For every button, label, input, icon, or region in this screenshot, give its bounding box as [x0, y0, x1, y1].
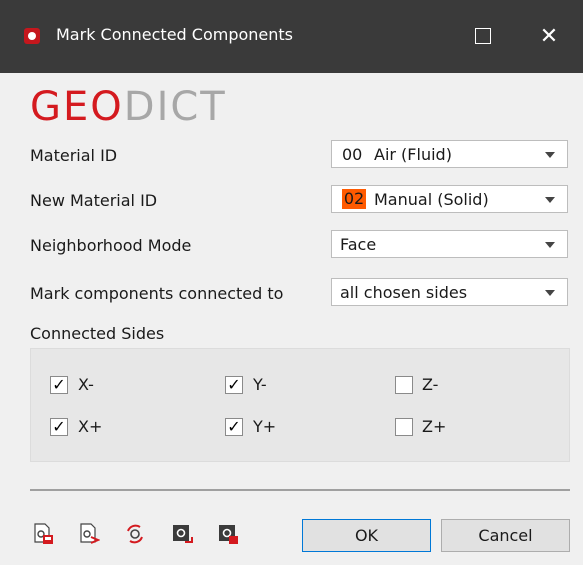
- connected-sides-label: Connected Sides: [30, 324, 165, 343]
- geodict-app-icon: [24, 28, 40, 44]
- mark-connected-components-dialog: Mark Connected Components ✕ GEODICT Mate…: [0, 0, 583, 565]
- ok-button[interactable]: OK: [302, 519, 431, 552]
- title-bar[interactable]: Mark Connected Components ✕: [0, 0, 583, 73]
- chevron-down-icon: [545, 152, 555, 158]
- options-icon[interactable]: [217, 523, 239, 545]
- material-id-dropdown[interactable]: 00 Air (Fluid): [331, 140, 568, 168]
- material-id-code: 00: [342, 144, 363, 164]
- new-material-id-code: 02: [342, 189, 366, 209]
- maximize-button[interactable]: [458, 14, 508, 58]
- checkbox-z-minus[interactable]: [395, 376, 413, 394]
- close-icon: ✕: [539, 23, 559, 49]
- mark-components-label: Mark components connected to: [30, 284, 284, 303]
- neighborhood-mode-dropdown[interactable]: Face: [331, 230, 568, 258]
- divider: [30, 489, 570, 491]
- cancel-button[interactable]: Cancel: [441, 519, 570, 552]
- new-material-id-value: Manual (Solid): [374, 189, 489, 209]
- close-button[interactable]: ✕: [524, 14, 574, 58]
- chevron-down-icon: [545, 242, 555, 248]
- checkbox-x-minus[interactable]: ✓: [50, 376, 68, 394]
- checkbox-z-plus-label: Z+: [422, 417, 447, 436]
- checkbox-z-minus-label: Z-: [422, 375, 439, 394]
- checkbox-y-plus[interactable]: ✓: [225, 418, 243, 436]
- checkbox-x-minus-label: X-: [78, 375, 94, 394]
- chevron-down-icon: [545, 290, 555, 296]
- mark-components-value: all chosen sides: [340, 282, 468, 302]
- material-id-value: Air (Fluid): [374, 144, 452, 164]
- neighborhood-mode-label: Neighborhood Mode: [30, 236, 192, 255]
- chevron-down-icon: [545, 197, 555, 203]
- window-title: Mark Connected Components: [56, 25, 294, 44]
- connected-sides-group: [30, 348, 570, 462]
- save-settings-icon[interactable]: [32, 523, 54, 545]
- new-material-id-label: New Material ID: [30, 191, 158, 210]
- checkmark-icon: ✓: [52, 417, 66, 436]
- new-material-id-dropdown[interactable]: 02 Manual (Solid): [331, 185, 568, 213]
- checkmark-icon: ✓: [227, 375, 241, 394]
- macro-icon[interactable]: [171, 523, 193, 545]
- neighborhood-mode-value: Face: [340, 234, 377, 254]
- load-settings-icon[interactable]: [78, 523, 100, 545]
- checkbox-y-minus[interactable]: ✓: [225, 376, 243, 394]
- reset-icon[interactable]: [124, 523, 146, 545]
- checkmark-icon: ✓: [227, 417, 241, 436]
- mark-components-dropdown[interactable]: all chosen sides: [331, 278, 568, 306]
- logo-dict: DICT: [123, 84, 227, 130]
- logo-geo: GEO: [30, 84, 124, 130]
- checkbox-y-minus-label: Y-: [253, 375, 267, 394]
- geodict-logo: GEODICT: [30, 85, 227, 129]
- checkbox-x-plus-label: X+: [78, 417, 103, 436]
- maximize-icon: [475, 28, 491, 44]
- checkbox-y-plus-label: Y+: [253, 417, 277, 436]
- material-id-label: Material ID: [30, 146, 118, 165]
- checkbox-x-plus[interactable]: ✓: [50, 418, 68, 436]
- checkmark-icon: ✓: [52, 375, 66, 394]
- checkbox-z-plus[interactable]: [395, 418, 413, 436]
